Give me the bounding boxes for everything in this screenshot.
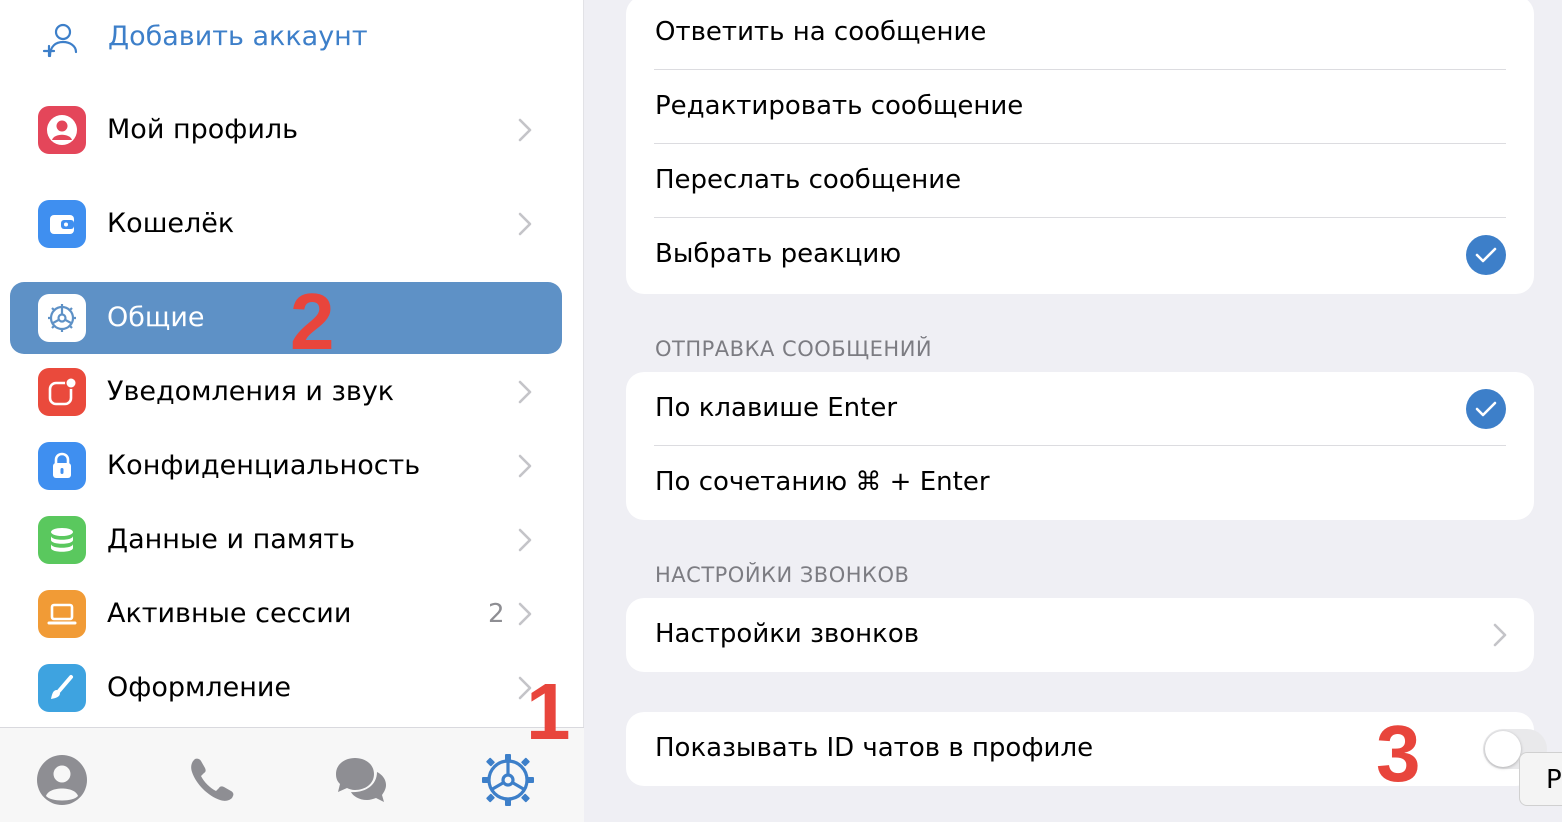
brush-icon [38, 664, 86, 712]
option-label: По сочетанию ⌘ + Enter [655, 467, 990, 497]
option-send-enter[interactable]: По клавише Enter [626, 372, 1534, 446]
sidebar-item-label: Конфиденциальность [107, 450, 421, 481]
call-settings-section-header: НАСТРОЙКИ ЗВОНКОВ [655, 563, 910, 587]
option-label: Ответить на сообщение [655, 17, 987, 47]
add-account-label: Добавить аккаунт [108, 21, 368, 52]
sidebar-item-label: Оформление [107, 672, 292, 703]
toggle-knob [1485, 731, 1521, 767]
wallet-icon [38, 200, 86, 248]
sidebar-item-notifications[interactable]: Уведомления и звук [10, 356, 562, 428]
settings-tab-icon[interactable] [480, 752, 536, 808]
floating-chip[interactable]: Р [1519, 752, 1562, 806]
contacts-tab-icon[interactable] [34, 752, 90, 808]
add-account-icon [42, 23, 78, 58]
lock-icon [38, 442, 86, 490]
send-messages-card: По клавише Enter По сочетанию ⌘ + Enter [626, 372, 1534, 520]
call-settings-row[interactable]: Настройки звонков [626, 598, 1534, 672]
call-settings-card: Настройки звонков [626, 598, 1534, 672]
annotation-number-2: 2 [290, 277, 335, 366]
sidebar-item-profile[interactable]: Мой профиль [10, 94, 562, 166]
general-settings-panel: Ответить на сообщение Редактировать сооб… [585, 0, 1562, 822]
double-tap-action-card: Ответить на сообщение Редактировать сооб… [626, 0, 1534, 294]
option-reply[interactable]: Ответить на сообщение [626, 0, 1534, 70]
annotation-number-3: 3 [1376, 709, 1421, 798]
option-send-cmd-enter[interactable]: По сочетанию ⌘ + Enter [626, 446, 1534, 520]
sidebar-item-wallet[interactable]: Кошелёк [10, 188, 562, 260]
calls-tab-icon[interactable] [184, 752, 240, 808]
gear-icon [38, 294, 86, 342]
checkmark-icon [1466, 389, 1506, 429]
chevron-right-icon [518, 454, 532, 478]
option-label: Настройки звонков [655, 619, 920, 649]
option-label: Переслать сообщение [655, 165, 962, 195]
chevron-right-icon [518, 118, 532, 142]
annotation-number-1: 1 [526, 667, 571, 756]
chevron-right-icon [1493, 623, 1507, 647]
option-edit[interactable]: Редактировать сообщение [626, 70, 1534, 144]
profile-icon [38, 106, 86, 154]
option-label: Редактировать сообщение [655, 91, 1024, 121]
option-choose-reaction[interactable]: Выбрать реакцию [626, 218, 1534, 292]
sidebar-item-data-storage[interactable]: Данные и память [10, 504, 562, 576]
option-label: Выбрать реакцию [655, 239, 902, 269]
sidebar-item-label: Общие [107, 302, 205, 333]
database-icon [38, 516, 86, 564]
sidebar-item-label: Данные и память [107, 524, 356, 555]
chevron-right-icon [518, 602, 532, 626]
settings-sidebar: Добавить аккаунт Мой профиль Кошелёк Общ… [0, 0, 584, 822]
sidebar-item-label: Уведомления и звук [107, 376, 395, 407]
option-forward[interactable]: Переслать сообщение [626, 144, 1534, 218]
sidebar-item-privacy[interactable]: Конфиденциальность [10, 430, 562, 502]
sidebar-item-label: Мой профиль [107, 114, 299, 145]
sidebar-item-appearance[interactable]: Оформление [10, 652, 562, 724]
option-label: По клавише Enter [655, 393, 898, 423]
send-messages-section-header: ОТПРАВКА СООБЩЕНИЙ [655, 337, 933, 361]
chevron-right-icon [518, 380, 532, 404]
laptop-icon [38, 590, 86, 638]
chevron-right-icon [518, 528, 532, 552]
bottom-tab-bar [0, 727, 584, 822]
checkmark-icon [1466, 235, 1506, 275]
sidebar-item-label: Кошелёк [107, 208, 235, 239]
sidebar-item-label: Активные сессии [107, 598, 352, 629]
sidebar-item-general[interactable]: Общие [10, 282, 562, 354]
chevron-right-icon [518, 212, 532, 236]
sessions-count-badge: 2 [488, 599, 505, 629]
chats-tab-icon[interactable] [332, 752, 388, 808]
option-label: Показывать ID чатов в профиле [655, 733, 1094, 763]
add-account-button[interactable]: Добавить аккаунт [0, 0, 584, 76]
notifications-icon [38, 368, 86, 416]
sidebar-item-active-sessions[interactable]: Активные сессии 2 [10, 578, 562, 650]
